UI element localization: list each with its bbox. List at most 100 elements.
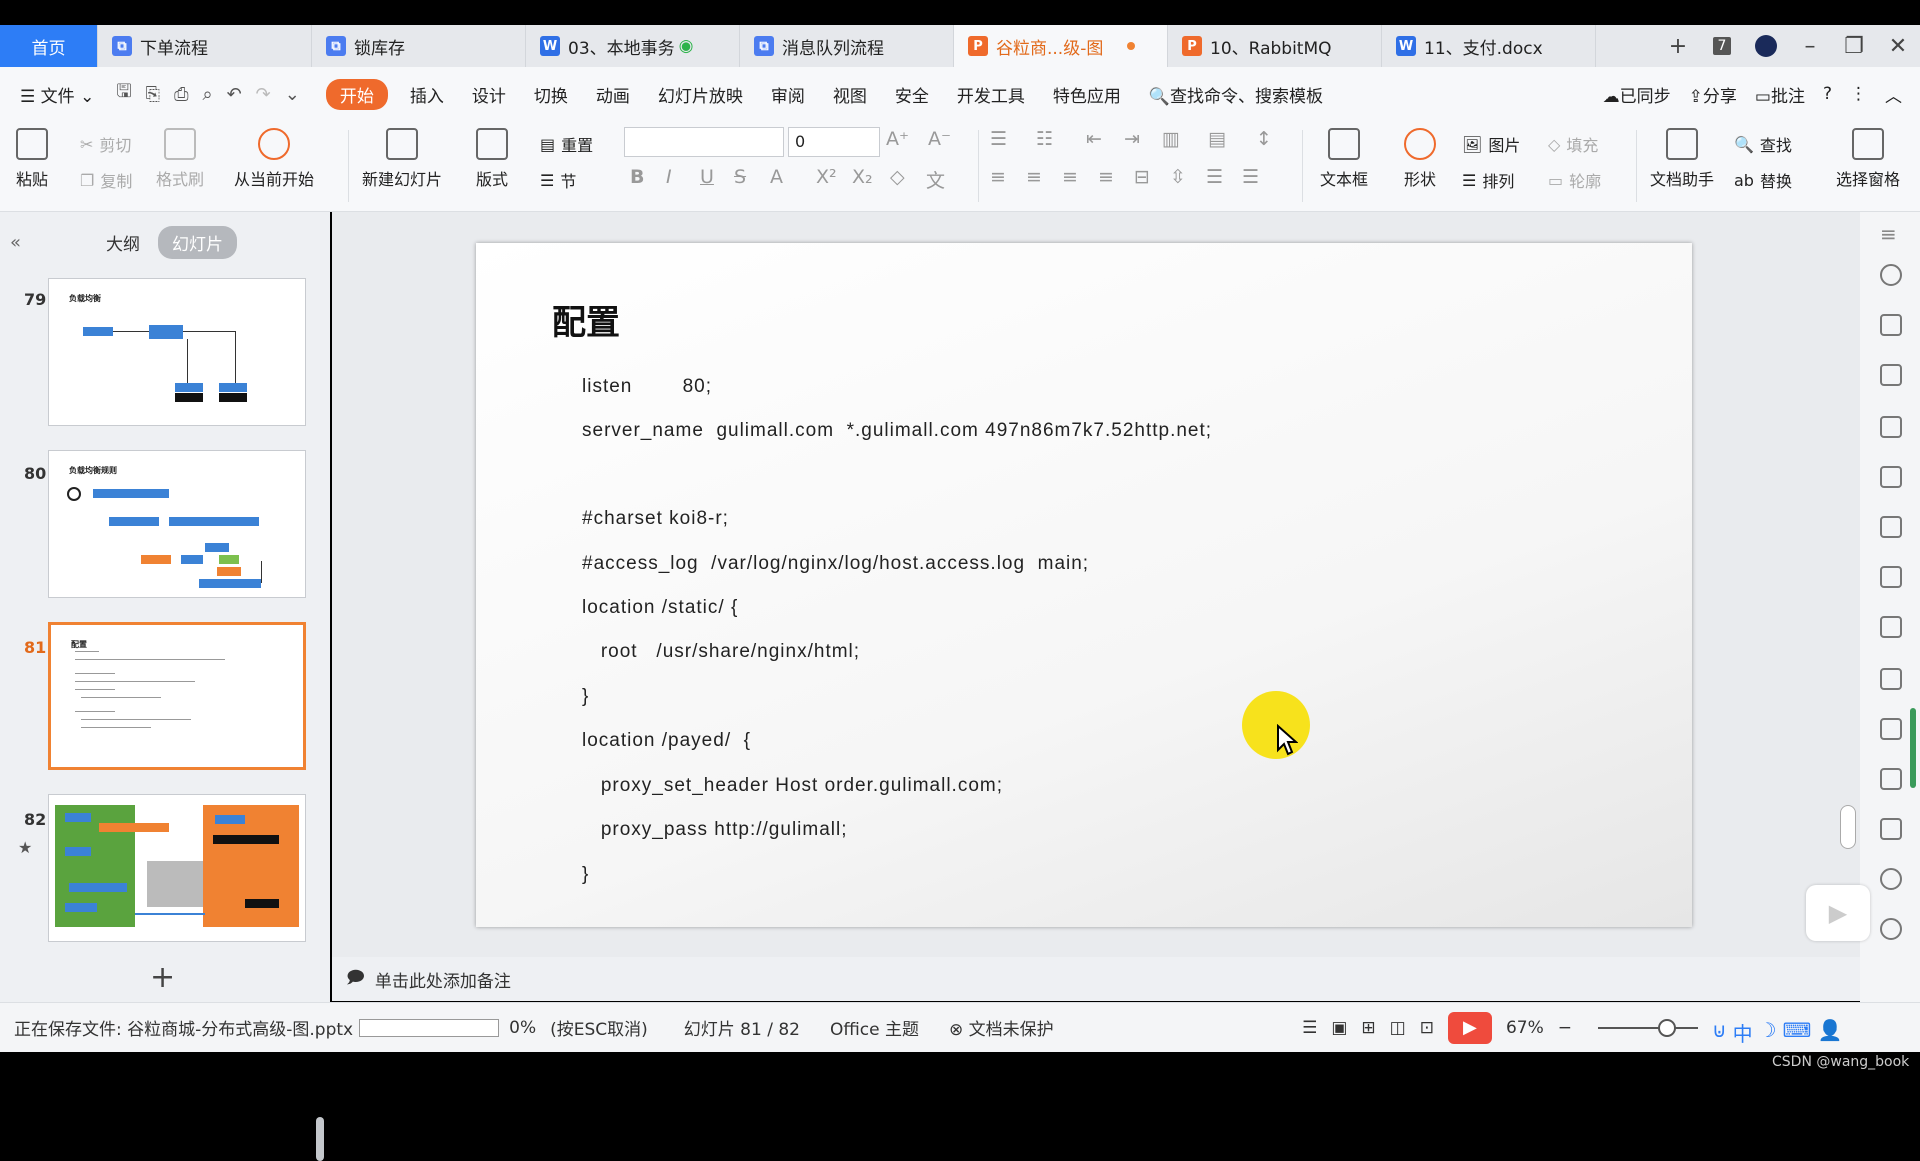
menu-icon[interactable]: ≡ (1880, 222, 1897, 246)
tab-local-transaction[interactable]: W 03、本地事务 ◉ (526, 25, 740, 67)
code-line[interactable]: proxy_set_header Host order.gulimall.com… (582, 775, 1003, 797)
new-slide-button[interactable]: 新建幻灯片 (362, 128, 442, 190)
copy-button[interactable]: ❐ 复制 (80, 168, 132, 192)
replace-button[interactable]: ab 替换 (1734, 168, 1792, 192)
line-spacing-icon[interactable]: ↕ (1256, 128, 1272, 150)
arrange-button[interactable]: ☰ 排列 (1462, 168, 1514, 192)
numbered-list-icon[interactable]: ☷ (1036, 128, 1053, 150)
gallery-icon[interactable] (1880, 668, 1902, 690)
tab-order-flow[interactable]: ⧉ 下单流程 (98, 25, 312, 67)
tab-home[interactable]: 首页 (0, 25, 98, 67)
help-icon[interactable]: ? (1823, 84, 1832, 104)
font-family-select[interactable] (624, 127, 784, 157)
code-line[interactable]: server_name gulimall.com *.gulimall.com … (582, 420, 1212, 442)
reading-view-icon[interactable]: ◫ (1390, 1018, 1406, 1038)
ime-toolbar[interactable]: ⊍ 中 ☽ ⌨ 👤 (1712, 1018, 1842, 1047)
image-icon[interactable] (1880, 818, 1902, 840)
code-line[interactable]: location /payed/ { (582, 730, 751, 752)
fill-button[interactable]: ◇ 填充 (1548, 132, 1598, 156)
zoom-level[interactable]: 67% (1506, 1018, 1544, 1038)
columns-icon[interactable]: ▥ (1162, 128, 1180, 150)
bold-icon[interactable]: B (630, 166, 644, 188)
command-search[interactable]: 🔍查找命令、搜索模板 (1135, 82, 1337, 107)
decrease-font-icon[interactable]: A⁻ (928, 128, 951, 150)
doc-assistant-button[interactable]: 文档助手 (1650, 128, 1714, 190)
decrease-indent-icon[interactable]: ⇤ (1086, 128, 1102, 150)
distribute-icon[interactable]: ⊟ (1134, 166, 1150, 188)
undo-icon[interactable]: ↶ (227, 84, 242, 105)
paste-button[interactable]: 粘贴 (16, 128, 48, 190)
tab-insert[interactable]: 插入 (396, 82, 458, 107)
comment-button[interactable]: ▭批注 (1755, 82, 1805, 107)
tab-start[interactable]: 开始 (325, 78, 388, 110)
side-scroll-handle[interactable] (1910, 708, 1916, 788)
minimize-button[interactable]: – (1788, 25, 1832, 67)
code-line[interactable]: #access_log /var/log/nginx/log/host.acce… (582, 553, 1089, 575)
tab-design[interactable]: 设计 (458, 82, 520, 107)
underline-icon[interactable]: U (700, 166, 714, 188)
code-line[interactable]: } (582, 686, 589, 708)
zoom-slider-knob[interactable] (1658, 1018, 1676, 1037)
font-color-icon[interactable]: A (770, 166, 783, 188)
close-button[interactable]: ✕ (1876, 25, 1920, 67)
slide-thumbnail-80[interactable]: 负载均衡规则 (48, 450, 306, 598)
subscript-icon[interactable]: X₂ (852, 166, 873, 188)
slide-thumbnail-81[interactable]: 配置 (48, 622, 306, 770)
tab-message-queue-flow[interactable]: ⧉ 消息队列流程 (740, 25, 954, 67)
restore-button[interactable]: ❐ (1832, 25, 1876, 67)
tab-payment-docx[interactable]: W 11、支付.docx (1382, 25, 1596, 67)
code-line[interactable]: proxy_pass http://gulimall; (582, 819, 848, 841)
customize-icon[interactable]: ⌄ (285, 84, 300, 105)
bullet-list-icon[interactable]: ☰ (990, 128, 1007, 150)
picture-button[interactable]: 🖼 图片 (1462, 132, 1520, 156)
slide-title[interactable]: 配置 (552, 295, 620, 344)
cut-button[interactable]: ✂ 剪切 (80, 132, 131, 156)
slide-thumbnail-79[interactable]: 负载均衡 (48, 278, 306, 426)
file-menu[interactable]: ☰ 文件 ⌄ (0, 82, 108, 107)
tab-review[interactable]: 审阅 (757, 82, 819, 107)
layout-button[interactable]: 版式 (476, 128, 508, 190)
notes-bar[interactable]: 🗩 单击此处添加备注 (332, 957, 1860, 1001)
redo-icon[interactable]: ↷ (256, 84, 271, 105)
transition-icon[interactable] (1880, 314, 1902, 336)
collapse-panel-icon[interactable]: « (10, 232, 21, 253)
collapse-ribbon-icon[interactable]: ︿ (1885, 82, 1902, 107)
play-from-current-button[interactable]: 从当前开始 (234, 128, 314, 190)
code-line[interactable]: #charset koi8-r; (582, 508, 729, 530)
zoom-out-icon[interactable]: − (1558, 1018, 1572, 1038)
tab-slideshow[interactable]: 幻灯片放映 (644, 82, 757, 107)
export-icon[interactable] (1880, 718, 1902, 740)
shape-button[interactable]: 形状 (1404, 128, 1436, 190)
format-painter-button[interactable]: 格式刷 (156, 128, 204, 190)
zoom-slider[interactable] (1598, 1018, 1698, 1037)
tab-features[interactable]: 特色应用 (1039, 82, 1135, 107)
increase-font-icon[interactable]: A⁺ (886, 128, 909, 150)
tab-view[interactable]: 视图 (819, 82, 881, 107)
code-line[interactable]: root /usr/share/nginx/html; (582, 641, 860, 663)
print-icon[interactable]: ⎙ (174, 84, 188, 105)
print-preview-icon[interactable]: ⌕ (202, 84, 212, 105)
tab-lock-stock[interactable]: ⧉ 锁库存 (312, 25, 526, 67)
outline-button[interactable]: ▭ 轮廓 (1548, 168, 1601, 192)
speaker-icon[interactable] (1880, 868, 1902, 890)
shield-icon[interactable] (1880, 918, 1902, 940)
smartart-icon[interactable]: ☰ (1242, 166, 1259, 188)
slide-sorter-icon[interactable]: ⊞ (1361, 1018, 1375, 1038)
code-line[interactable]: location /static/ { (582, 597, 738, 619)
increase-indent-icon[interactable]: ⇥ (1124, 128, 1140, 150)
phonetic-icon[interactable]: 文 (926, 166, 945, 193)
chart-icon[interactable] (1880, 566, 1902, 588)
table-icon[interactable] (1880, 466, 1902, 488)
tab-transition[interactable]: 切换 (520, 82, 582, 107)
vertical-align-icon[interactable]: ⇳ (1170, 166, 1186, 188)
slide-thumbnail-82[interactable] (48, 794, 306, 942)
tab-animation[interactable]: 动画 (582, 82, 644, 107)
floating-video-button[interactable]: ▶ (1806, 885, 1870, 941)
slideshow-button[interactable]: ▶ (1447, 1011, 1492, 1044)
star-icon[interactable] (1880, 264, 1902, 286)
superscript-icon[interactable]: X² (816, 166, 837, 188)
save-icon[interactable]: 🖫 (116, 79, 131, 109)
add-slide-button[interactable]: + (150, 960, 175, 995)
avatar[interactable] (1744, 25, 1788, 67)
tab-gulimall-ppt[interactable]: P 谷粒商...级-图 (954, 25, 1168, 67)
